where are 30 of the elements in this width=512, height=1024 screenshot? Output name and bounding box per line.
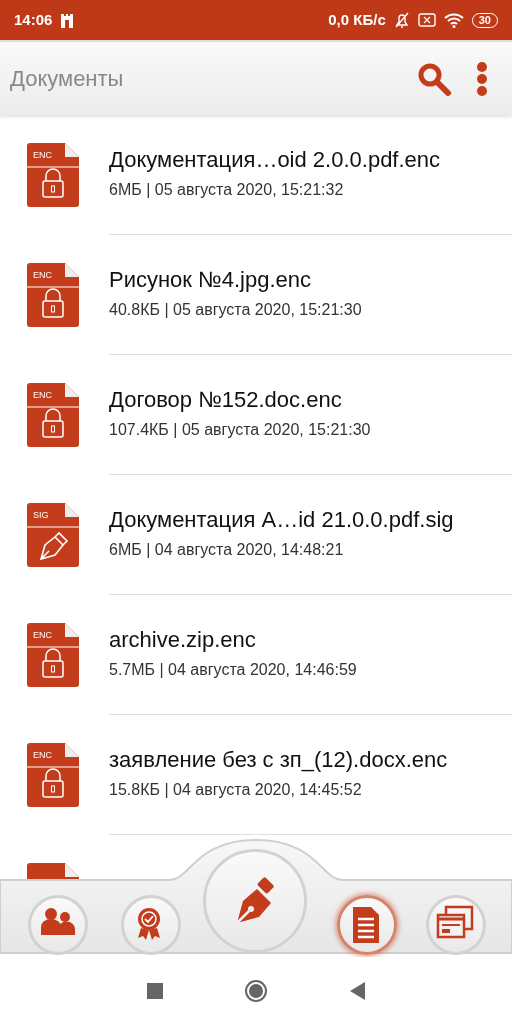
bell-off-icon <box>393 12 410 28</box>
close-box-icon <box>417 13 436 27</box>
file-details: 5.7МБ | 04 августа 2020, 14:46:59 <box>109 659 358 680</box>
tower-icon <box>60 12 75 28</box>
locked-file-icon[interactable]: ENC <box>27 383 79 447</box>
file-details: 15.8КБ | 04 августа 2020, 14:45:52 <box>109 779 363 800</box>
file-name[interactable]: заявление без с зп_(12).docx.enc <box>109 747 512 774</box>
locked-file-icon[interactable] <box>27 863 79 879</box>
wifi-icon <box>443 12 464 28</box>
more-menu-icon[interactable] <box>476 60 488 97</box>
locked-file-icon[interactable]: ENC <box>27 143 79 207</box>
clock-time: 14:06 <box>14 9 53 30</box>
file-name[interactable]: Договор №152.doc.enc <box>109 387 512 414</box>
file-name[interactable]: Документация A…id 21.0.0.pdf.sig <box>109 507 512 534</box>
file-name[interactable]: Рисунок №4.jpg.enc <box>109 267 512 294</box>
file-details: 40.8КБ | 05 августа 2020, 15:21:30 <box>109 299 363 320</box>
network-speed: 0,0 КБ/с <box>328 9 386 30</box>
back-button[interactable] <box>348 980 366 1001</box>
file-details: 107.4КБ | 05 августа 2020, 15:21:30 <box>109 419 372 440</box>
signed-file-icon[interactable]: SIG <box>27 503 79 567</box>
locked-file-icon[interactable]: ENC <box>27 623 79 687</box>
file-name[interactable]: Документация…oid 2.0.0.pdf.enc <box>109 147 512 174</box>
file-details: 6МБ | 05 августа 2020, 15:21:32 <box>109 179 345 200</box>
locked-file-icon[interactable]: ENC <box>27 263 79 327</box>
file-details: 6МБ | 04 августа 2020, 14:48:21 <box>109 539 345 560</box>
file-name[interactable]: archive.zip.enc <box>109 627 512 654</box>
screen-title: Документы <box>10 65 124 93</box>
recents-button[interactable] <box>146 981 164 1000</box>
locked-file-icon[interactable]: ENC <box>27 743 79 807</box>
home-button[interactable] <box>244 978 268 1003</box>
